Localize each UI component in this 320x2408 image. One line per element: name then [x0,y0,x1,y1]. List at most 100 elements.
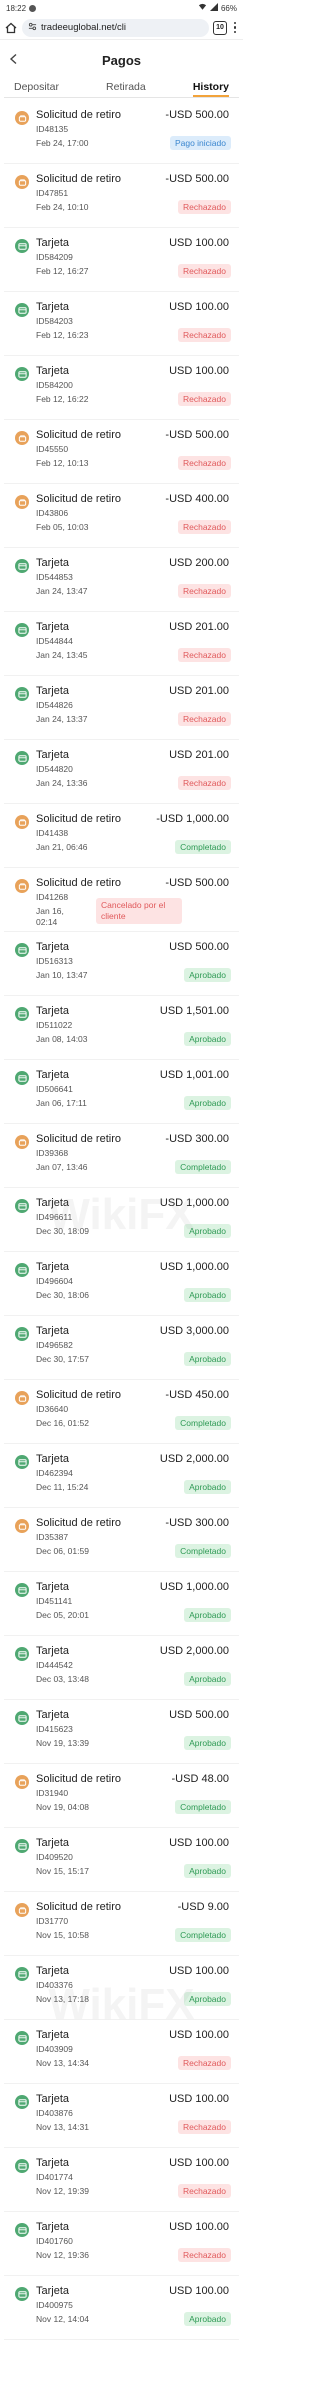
status-badge: Completado [175,1928,231,1942]
transaction-id: ID403876 [36,2108,73,2118]
transaction-row[interactable]: Solicitud de retiro ID45550 Feb 12, 10:13 -… [4,420,239,484]
transaction-row[interactable]: Tarjeta ID462394 Dec 11, 15:24 USD 2,000.00… [4,1444,239,1508]
tab-history[interactable]: History [192,80,229,97]
transaction-row[interactable]: Solicitud de retiro ID39368 Jan 07, 13:46 -… [4,1124,239,1188]
transaction-row[interactable]: Solicitud de retiro ID48135 Feb 24, 17:00 -… [4,100,239,164]
card-icon [15,687,29,701]
transaction-id: ID403909 [36,2044,73,2054]
transaction-amount: USD 1,501.00 [159,1005,229,1017]
page-title: Pagos [101,52,141,68]
transaction-title: Tarjeta [36,685,70,697]
transaction-row[interactable]: Solicitud de retiro ID47851 Feb 24, 10:10 -… [4,164,239,228]
more-menu-icon[interactable] [231,21,239,34]
status-badge: Rechazado [177,584,231,598]
status-badge: Aprobado [184,1608,231,1622]
transaction-amount: -USD 300.00 [165,1517,229,1529]
card-icon [15,1071,29,1085]
transaction-id: ID35387 [36,1532,69,1542]
transaction-date: Jan 24, 13:37 [36,714,88,724]
transaction-row[interactable]: Tarjeta ID400975 Nov 12, 14:04 USD 100.00 Ap… [4,2276,239,2340]
transaction-amount: -USD 9.00 [177,1901,229,1913]
transaction-row[interactable]: Solicitud de retiro ID36640 Dec 16, 01:52 -… [4,1380,239,1444]
transaction-date: Dec 30, 18:06 [36,1290,89,1300]
transaction-title: Tarjeta [36,237,70,249]
card-icon [15,751,29,765]
transaction-title: Tarjeta [36,1005,70,1017]
transaction-row[interactable]: Tarjeta ID511022 Jan 08, 14:03 USD 1,501.00… [4,996,239,1060]
payment-tabs: Depositar Retirada History [4,80,239,98]
transaction-id: ID496582 [36,1340,73,1350]
transaction-id: ID496604 [36,1276,73,1286]
transaction-date: Dec 16, 01:52 [36,1418,89,1428]
transaction-row[interactable]: Tarjeta ID544820 Jan 24, 13:36 USD 201.00 Re… [4,740,239,804]
transaction-title: Solicitud de retiro [36,1517,121,1529]
transaction-row[interactable]: Tarjeta ID403909 Nov 13, 14:34 USD 100.00 Re… [4,2020,239,2084]
transaction-row[interactable]: Tarjeta ID403376 Nov 13, 17:18 USD 100.00 Ap… [4,1956,239,2020]
transaction-amount: -USD 1,000.00 [156,813,229,825]
transaction-id: ID415623 [36,1724,73,1734]
status-badge: Aprobado [184,968,231,982]
transaction-row[interactable]: Tarjeta ID496611 Dec 30, 18:09 USD 1,000.00… [4,1188,239,1252]
transaction-amount: -USD 500.00 [165,173,229,185]
back-arrow-icon[interactable] [8,52,22,66]
transaction-date: Dec 30, 18:09 [36,1226,89,1236]
status-badge: Completado [175,1416,231,1430]
transaction-row[interactable]: Solicitud de retiro ID41438 Jan 21, 06:46 -… [4,804,239,868]
url-bar[interactable]: tradeeuglobal.net/cli [22,18,209,37]
transaction-row[interactable]: Tarjeta ID451141 Dec 05, 20:01 USD 1,000.00… [4,1572,239,1636]
status-badge: Aprobado [184,1672,231,1686]
transaction-title: Tarjeta [36,1645,70,1657]
transaction-row[interactable]: Tarjeta ID401760 Nov 12, 19:36 USD 100.00 Re… [4,2212,239,2276]
tab-deposit[interactable]: Depositar [14,80,59,97]
transaction-row[interactable]: Tarjeta ID584209 Feb 12, 16:27 USD 100.00 Re… [4,228,239,292]
card-icon [15,559,29,573]
transaction-row[interactable]: Tarjeta ID516313 Jan 10, 13:47 USD 500.00 Ap… [4,932,239,996]
transaction-row[interactable]: Tarjeta ID544844 Jan 24, 13:45 USD 201.00 Re… [4,612,239,676]
transaction-row[interactable]: Tarjeta ID409520 Nov 15, 15:17 USD 100.00 Ap… [4,1828,239,1892]
status-badge: Completado [175,1544,231,1558]
transaction-date: Feb 24, 10:10 [36,202,89,212]
tab-withdrawal[interactable]: Retirada [106,80,146,97]
transaction-row[interactable]: Tarjeta ID496604 Dec 30, 18:06 USD 1,000.00… [4,1252,239,1316]
status-badge: Rechazado [177,2056,231,2070]
transaction-id: ID41438 [36,828,69,838]
transaction-row[interactable]: Tarjeta ID415623 Nov 19, 13:39 USD 500.00 Ap… [4,1700,239,1764]
status-badge: Rechazado [177,712,231,726]
transaction-date: Nov 12, 19:36 [36,2250,89,2260]
tab-switcher-button[interactable]: 10 [213,20,227,35]
transaction-id: ID401760 [36,2236,73,2246]
withdrawal-icon [15,1135,29,1149]
card-icon [15,2223,29,2237]
transaction-row[interactable]: Tarjeta ID401774 Nov 12, 19:39 USD 100.00 Re… [4,2148,239,2212]
card-icon [15,623,29,637]
transaction-row[interactable]: Solicitud de retiro ID31770 Nov 15, 10:58 -… [4,1892,239,1956]
transaction-amount: USD 100.00 [169,2157,229,2169]
transaction-row[interactable]: Tarjeta ID496582 Dec 30, 17:57 USD 3,000.00… [4,1316,239,1380]
transaction-row[interactable]: Tarjeta ID584200 Feb 12, 16:22 USD 100.00 Re… [4,356,239,420]
transaction-title: Tarjeta [36,1709,70,1721]
transaction-row[interactable]: Solicitud de retiro ID31940 Nov 19, 04:08 -… [4,1764,239,1828]
transaction-row[interactable]: Tarjeta ID544826 Jan 24, 13:37 USD 201.00 Re… [4,676,239,740]
transaction-amount: -USD 500.00 [165,877,229,889]
withdrawal-icon [15,1519,29,1533]
transaction-row[interactable]: Tarjeta ID403876 Nov 13, 14:31 USD 100.00 Re… [4,2084,239,2148]
transaction-date: Dec 06, 01:59 [36,1546,89,1556]
transaction-row[interactable]: Solicitud de retiro ID35387 Dec 06, 01:59 -… [4,1508,239,1572]
transaction-amount: USD 100.00 [169,2029,229,2041]
withdrawal-icon [15,1903,29,1917]
transaction-id: ID506641 [36,1084,73,1094]
card-icon [15,1647,29,1661]
site-info-icon[interactable] [28,22,37,34]
transaction-title: Tarjeta [36,301,70,313]
transaction-date: Feb 05, 10:03 [36,522,89,532]
transaction-row[interactable]: Tarjeta ID444542 Dec 03, 13:48 USD 2,000.00… [4,1636,239,1700]
card-icon [15,943,29,957]
home-icon[interactable] [4,21,18,35]
transaction-date: Nov 19, 04:08 [36,1802,89,1812]
status-badge: Rechazado [177,2120,231,2134]
transaction-row[interactable]: Solicitud de retiro ID41268 Jan 16, 02:14 -… [4,868,239,932]
transaction-row[interactable]: Tarjeta ID506641 Jan 06, 17:11 USD 1,001.00… [4,1060,239,1124]
transaction-row[interactable]: Tarjeta ID544853 Jan 24, 13:47 USD 200.00 Re… [4,548,239,612]
transaction-row[interactable]: Solicitud de retiro ID43806 Feb 05, 10:03 -… [4,484,239,548]
transaction-row[interactable]: Tarjeta ID584203 Feb 12, 16:23 USD 100.00 Re… [4,292,239,356]
